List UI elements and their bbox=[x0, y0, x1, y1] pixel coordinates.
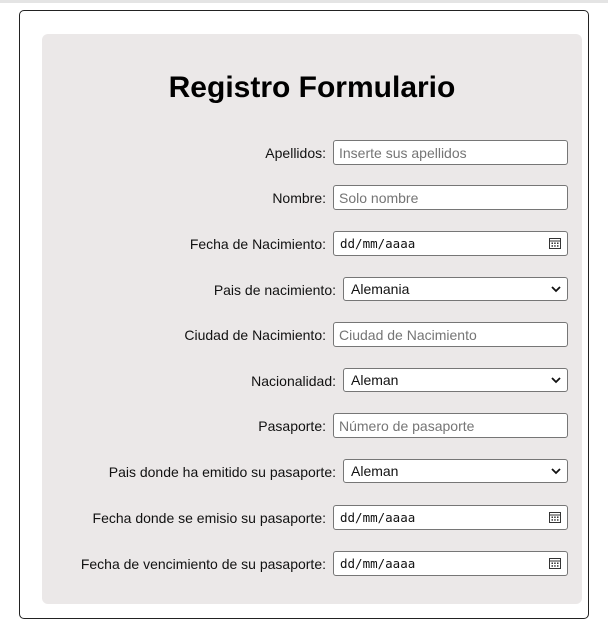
nacionalidad-select[interactable]: Aleman bbox=[343, 368, 568, 392]
pais-nacimiento-select[interactable]: Alemania bbox=[343, 277, 568, 301]
row-pais-nacimiento: Pais de nacimiento: Alemania bbox=[42, 277, 582, 303]
pais-emision-select[interactable]: Aleman bbox=[343, 459, 568, 483]
row-pasaporte: Pasaporte: bbox=[42, 413, 582, 439]
pais-emision-label: Pais donde ha emitido su pasaporte: bbox=[108, 464, 336, 480]
form-container: Registro Formulario Apellidos: Nombre: F… bbox=[19, 10, 589, 619]
nombre-label: Nombre: bbox=[272, 190, 326, 206]
fecha-nacimiento-date-input[interactable]: dd/mm/aaaa bbox=[333, 231, 568, 256]
row-fecha-nacimiento: Fecha de Nacimiento: dd/mm/aaaa bbox=[42, 231, 582, 257]
fecha-vencimiento-label: Fecha de vencimiento de su pasaporte: bbox=[80, 556, 326, 572]
row-fecha-emision: Fecha donde se emisio su pasaporte: dd/m… bbox=[42, 505, 582, 531]
chevron-down-icon bbox=[551, 286, 561, 293]
row-nacionalidad: Nacionalidad: Aleman bbox=[42, 368, 582, 394]
ciudad-nacimiento-input[interactable] bbox=[333, 322, 568, 347]
nacionalidad-value: Aleman bbox=[351, 372, 399, 388]
fecha-emision-label: Fecha donde se emisio su pasaporte: bbox=[92, 510, 326, 526]
fecha-vencimiento-date-input[interactable]: dd/mm/aaaa bbox=[333, 551, 568, 576]
row-nombre: Nombre: bbox=[42, 185, 582, 211]
chevron-down-icon bbox=[551, 377, 561, 384]
apellidos-input[interactable] bbox=[333, 140, 568, 165]
apellidos-label: Apellidos: bbox=[265, 145, 326, 161]
calendar-icon[interactable] bbox=[549, 511, 561, 523]
row-pais-emision: Pais donde ha emitido su pasaporte: Alem… bbox=[42, 459, 582, 485]
nombre-input[interactable] bbox=[333, 185, 568, 210]
form-title: Registro Formulario bbox=[168, 71, 456, 104]
pasaporte-input[interactable] bbox=[333, 413, 568, 438]
pais-nacimiento-label: Pais de nacimiento: bbox=[213, 282, 336, 298]
fecha-vencimiento-value: dd/mm/aaaa bbox=[340, 556, 416, 571]
fecha-nacimiento-value: dd/mm/aaaa bbox=[340, 236, 416, 251]
ciudad-nacimiento-label: Ciudad de Nacimiento: bbox=[184, 327, 326, 343]
nacionalidad-label: Nacionalidad: bbox=[251, 373, 336, 389]
row-ciudad-nacimiento: Ciudad de Nacimiento: bbox=[42, 322, 582, 348]
chevron-down-icon bbox=[551, 468, 561, 475]
fecha-emision-value: dd/mm/aaaa bbox=[340, 510, 416, 525]
fecha-emision-date-input[interactable]: dd/mm/aaaa bbox=[333, 505, 568, 530]
pais-emision-value: Aleman bbox=[351, 463, 399, 479]
calendar-icon[interactable] bbox=[549, 237, 561, 249]
browser-top-edge bbox=[0, 0, 608, 3]
pasaporte-label: Pasaporte: bbox=[258, 418, 326, 434]
fecha-nacimiento-label: Fecha de Nacimiento: bbox=[189, 236, 326, 252]
row-apellidos: Apellidos: bbox=[42, 140, 582, 166]
row-fecha-vencimiento: Fecha de vencimiento de su pasaporte: dd… bbox=[42, 551, 582, 577]
pais-nacimiento-value: Alemania bbox=[351, 281, 410, 297]
calendar-icon[interactable] bbox=[549, 557, 561, 569]
form-panel: Registro Formulario Apellidos: Nombre: F… bbox=[42, 34, 582, 604]
